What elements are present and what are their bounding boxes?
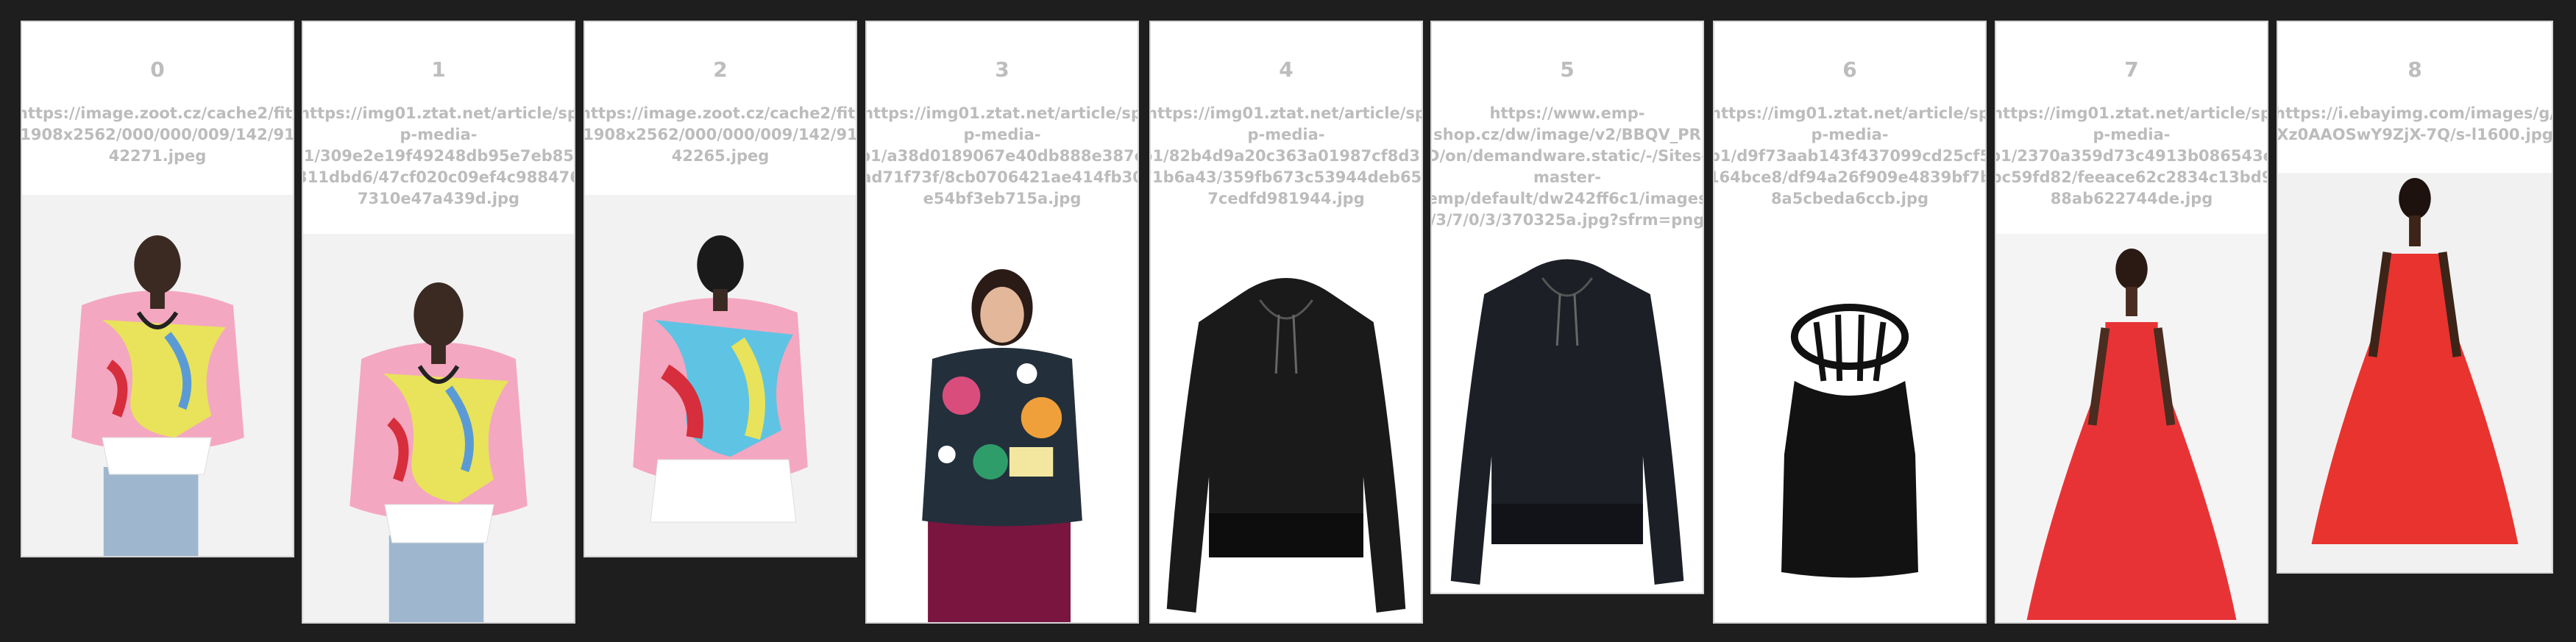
gallery-card-5[interactable]: 5 https://www.emp- shop.cz/dw/image/v2/B… — [1430, 21, 1704, 594]
card-url: https://img01.ztat.net/article/sp p-medi… — [302, 104, 575, 207]
gallery-card-6[interactable]: 6 https://img01.ztat.net/article/sp p-me… — [1713, 21, 1987, 624]
card-index: 0 — [150, 57, 165, 82]
card-index: 8 — [2408, 57, 2422, 82]
gallery-card-4[interactable]: 4 https://img01.ztat.net/article/sp p-me… — [1149, 21, 1423, 624]
image-gallery: { "gallery": { "items": [ {"index": "0",… — [0, 0, 2576, 642]
card-url: https://www.emp- shop.cz/dw/image/v2/BBQ… — [1430, 104, 1704, 229]
card-index: 5 — [1560, 57, 1575, 82]
product-image[interactable] — [1996, 234, 2267, 622]
product-image[interactable] — [1714, 234, 1985, 622]
gallery-card-0[interactable]: 0 https://image.zoot.cz/cache2/fit/ 1908… — [21, 21, 294, 557]
card-index: 6 — [1842, 57, 1857, 82]
product-image[interactable] — [2278, 173, 2552, 572]
card-url: https://image.zoot.cz/cache2/fit/ 1908x2… — [583, 104, 857, 165]
card-url: https://img01.ztat.net/article/sp p-medi… — [1149, 104, 1423, 207]
card-url: https://img01.ztat.net/article/sp p-medi… — [1995, 104, 2268, 207]
gallery-card-8[interactable]: 8 https://i.ebayimg.com/images/g/ Xz0AAO… — [2277, 21, 2553, 574]
product-image[interactable] — [1151, 234, 1422, 622]
card-url: https://i.ebayimg.com/images/g/ Xz0AAOSw… — [2277, 104, 2553, 143]
gallery-card-1[interactable]: 1 https://img01.ztat.net/article/sp p-me… — [302, 21, 575, 624]
card-url: https://img01.ztat.net/article/sp p-medi… — [1713, 104, 1987, 207]
product-image[interactable] — [1432, 243, 1703, 593]
card-index: 2 — [713, 57, 728, 82]
card-url: https://img01.ztat.net/article/sp p-medi… — [865, 104, 1139, 207]
card-url: https://image.zoot.cz/cache2/fit/ 1908x2… — [21, 104, 294, 165]
gallery-card-2[interactable]: 2 https://image.zoot.cz/cache2/fit/ 1908… — [583, 21, 857, 557]
gallery-card-7[interactable]: 7 https://img01.ztat.net/article/sp p-me… — [1995, 21, 2268, 624]
card-index: 1 — [431, 57, 446, 82]
card-index: 3 — [995, 57, 1010, 82]
product-image[interactable] — [585, 195, 856, 556]
gallery-card-3[interactable]: 3 https://img01.ztat.net/article/sp p-me… — [865, 21, 1139, 624]
product-image[interactable] — [867, 234, 1138, 622]
product-image[interactable] — [22, 195, 293, 556]
card-index: 4 — [1279, 57, 1294, 82]
product-image[interactable] — [303, 234, 574, 622]
card-index: 7 — [2124, 57, 2139, 82]
